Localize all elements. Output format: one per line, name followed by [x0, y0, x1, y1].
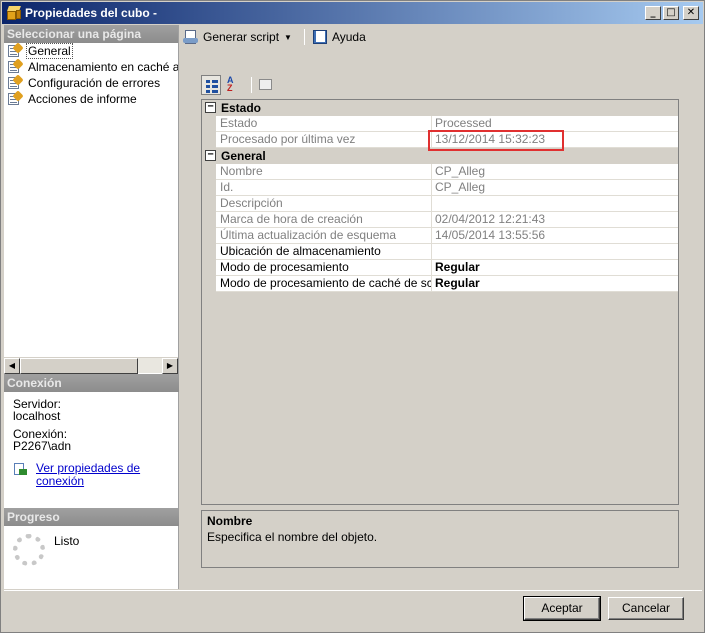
select-page-header: Seleccionar una página — [4, 25, 178, 43]
property-row[interactable]: Descripción — [202, 196, 678, 212]
categorized-icon[interactable] — [201, 75, 221, 95]
page-list: General Almacenamiento en caché autc Con… — [4, 43, 178, 361]
category-estado[interactable]: − Estado — [202, 100, 678, 116]
page-item-report-actions[interactable]: Acciones de informe — [4, 90, 178, 107]
property-value: 13/12/2014 15:32:23 — [432, 132, 678, 148]
alphabetical-sort-icon[interactable]: AZ — [224, 75, 244, 95]
property-row[interactable]: Modo de procesamiento Regular — [202, 260, 678, 276]
page-list-hscrollbar[interactable]: ◀ ▶ — [4, 357, 178, 374]
link-line-2[interactable]: conexión — [36, 474, 84, 488]
window-title: Propiedades del cubo - — [25, 6, 158, 20]
property-name: Marca de hora de creación — [216, 212, 432, 228]
description-text: Especifica el nombre del objeto. — [207, 530, 378, 544]
generate-script-button[interactable]: Generar script ▼ — [183, 29, 292, 45]
page-wrench-icon — [7, 90, 24, 106]
property-value[interactable] — [432, 244, 678, 260]
cube-icon — [6, 5, 22, 21]
property-row[interactable]: Ubicación de almacenamiento — [202, 244, 678, 260]
property-row[interactable]: Id. CP_Alleg — [202, 180, 678, 196]
properties-dialog: Propiedades del cubo - _ □ ✕ Seleccionar… — [0, 0, 705, 633]
footer-divider — [4, 590, 702, 591]
script-icon — [183, 29, 199, 45]
help-button[interactable]: Ayuda — [312, 29, 366, 45]
category-general[interactable]: − General — [202, 148, 678, 164]
property-value: CP_Alleg — [432, 164, 678, 180]
property-name: Estado — [216, 116, 432, 132]
scroll-left-icon[interactable]: ◀ — [4, 358, 20, 374]
connection-properties-icon — [13, 462, 29, 478]
grid-toolbar-separator — [251, 77, 252, 93]
maximize-button[interactable]: □ — [663, 6, 679, 20]
property-value: Processed — [432, 116, 678, 132]
cancel-button[interactable]: Cancelar — [608, 597, 684, 620]
connection-section: Conexión Servidor: localhost Conexión: P… — [4, 374, 179, 494]
scroll-thumb[interactable] — [20, 358, 138, 374]
property-row[interactable]: Marca de hora de creación 02/04/2012 12:… — [202, 212, 678, 228]
scroll-track[interactable] — [138, 358, 162, 373]
property-name: Id. — [216, 180, 432, 196]
property-value: 14/05/2014 13:55:56 — [432, 228, 678, 244]
description-panel: Nombre Especifica el nombre del objeto. — [201, 510, 679, 568]
progress-status: Listo — [54, 534, 80, 548]
page-item-label: Acciones de informe — [28, 92, 137, 106]
category-label: General — [221, 148, 266, 163]
description-title: Nombre — [207, 514, 253, 528]
category-label: Estado — [221, 100, 262, 115]
property-grid-toolbar: AZ — [201, 75, 281, 95]
toolbar-separator — [303, 29, 305, 45]
property-name: Descripción — [216, 196, 432, 212]
progress-spinner-icon — [13, 534, 45, 566]
connection-value: P2267\adn — [13, 439, 72, 453]
page-wrench-icon — [7, 74, 24, 90]
help-label: Ayuda — [331, 30, 366, 44]
property-value — [432, 196, 678, 212]
page-item-label: General — [26, 43, 73, 59]
property-row[interactable]: Procesado por última vez 13/12/2014 15:3… — [202, 132, 678, 148]
property-value: CP_Alleg — [432, 180, 678, 196]
property-name: Nombre — [216, 164, 432, 180]
property-row[interactable]: Nombre CP_Alleg — [202, 164, 678, 180]
page-item-cache-storage[interactable]: Almacenamiento en caché autc — [4, 58, 178, 75]
property-name: Modo de procesamiento de caché de script — [216, 276, 432, 292]
help-icon — [312, 29, 328, 45]
main-toolbar: Generar script ▼ Ayuda — [180, 26, 700, 48]
property-name: Ubicación de almacenamiento — [216, 244, 432, 260]
property-pages-icon[interactable] — [256, 75, 276, 95]
close-button[interactable]: ✕ — [683, 6, 699, 20]
minimize-button[interactable]: _ — [645, 6, 661, 20]
property-row[interactable]: Estado Processed — [202, 116, 678, 132]
dropdown-arrow-icon[interactable]: ▼ — [284, 33, 292, 42]
property-value[interactable]: Regular — [432, 260, 678, 276]
link-line-1[interactable]: Ver propiedades de — [36, 461, 140, 475]
ok-button[interactable]: Aceptar — [523, 596, 601, 621]
page-item-general[interactable]: General — [4, 43, 178, 59]
property-value: 02/04/2012 12:21:43 — [432, 212, 678, 228]
connection-header: Conexión — [4, 374, 179, 392]
page-item-label: Configuración de errores — [28, 76, 161, 90]
property-name: Última actualización de esquema — [216, 228, 432, 244]
property-name: Procesado por última vez — [216, 132, 432, 148]
page-wrench-icon — [7, 43, 24, 58]
property-name: Modo de procesamiento — [216, 260, 432, 276]
page-item-error-configuration[interactable]: Configuración de errores — [4, 74, 178, 91]
property-row[interactable]: Última actualización de esquema 14/05/20… — [202, 228, 678, 244]
progress-header: Progreso — [4, 508, 179, 526]
left-pane: Seleccionar una página General Almacenam… — [4, 25, 179, 589]
page-wrench-icon — [7, 58, 24, 74]
title-bar[interactable]: Propiedades del cubo - _ □ ✕ — [2, 2, 703, 24]
property-value[interactable]: Regular — [432, 276, 678, 292]
page-item-label: Almacenamiento en caché autc — [28, 60, 178, 74]
view-connection-properties[interactable]: Ver propiedades de conexión — [13, 462, 170, 488]
collapse-icon[interactable]: − — [205, 150, 216, 161]
collapse-icon[interactable]: − — [205, 102, 216, 113]
generate-script-label: Generar script — [203, 30, 280, 44]
property-grid: − Estado Estado Processed Procesado por … — [201, 99, 679, 505]
scroll-right-icon[interactable]: ▶ — [162, 358, 178, 374]
property-row[interactable]: Modo de procesamiento de caché de script… — [202, 276, 678, 292]
progress-section: Progreso Listo — [4, 508, 179, 574]
server-value: localhost — [13, 409, 61, 423]
